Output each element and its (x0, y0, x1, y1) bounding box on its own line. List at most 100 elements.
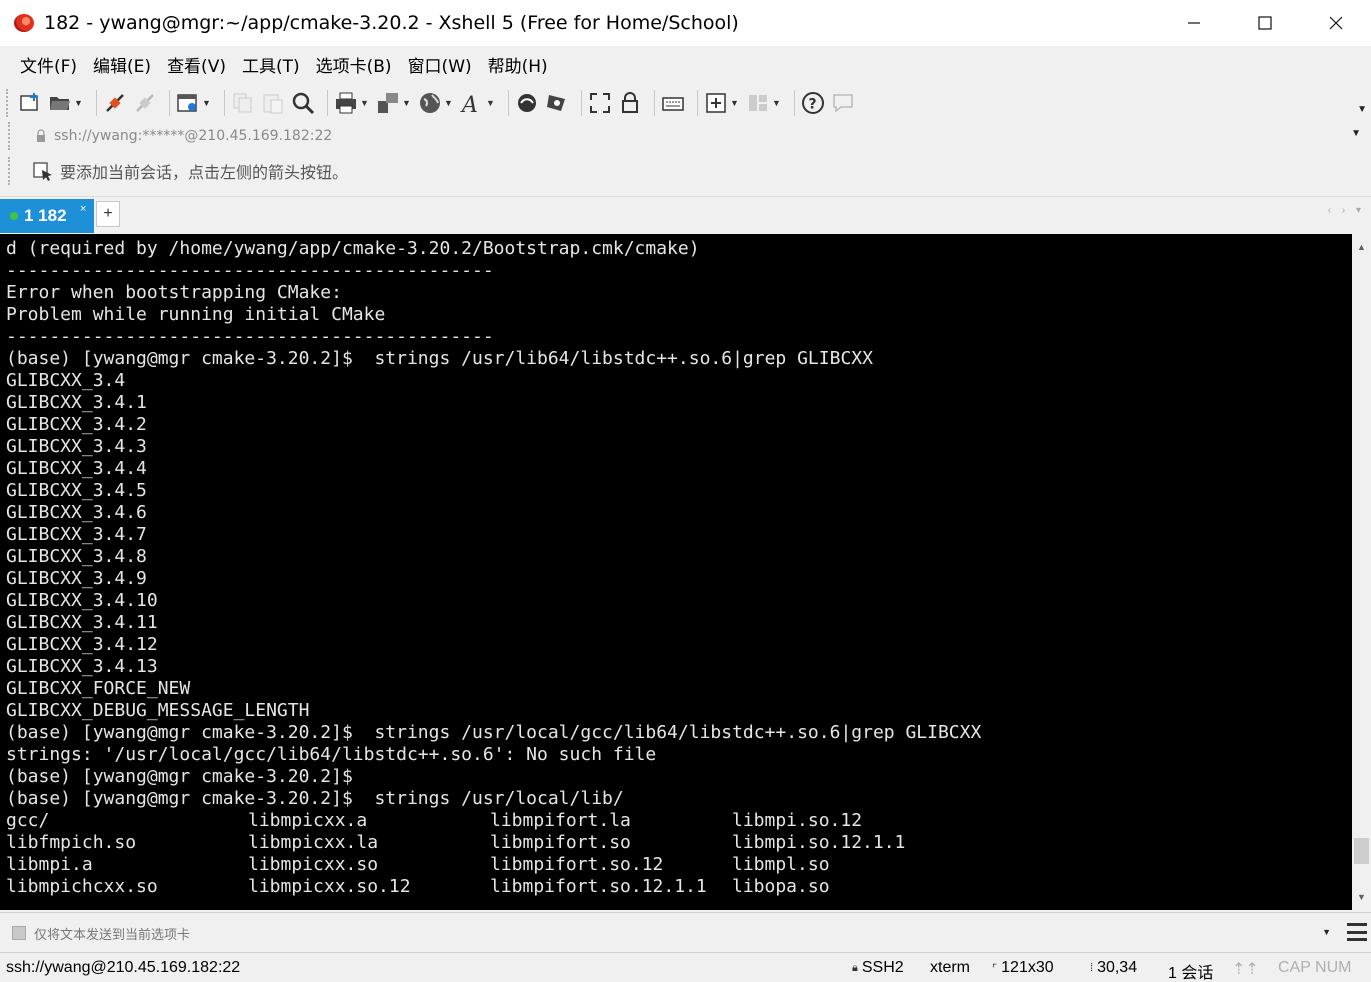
copy-button[interactable] (231, 88, 255, 118)
fullscreen-button[interactable] (588, 88, 612, 118)
transfer-button[interactable]: ▼ (376, 88, 412, 118)
chevron-down-icon: ▼ (74, 98, 83, 108)
ls-entry: libmpi.so.12.1.1 (732, 832, 906, 853)
keyboard-button[interactable] (661, 88, 685, 118)
chevron-down-icon: ▼ (772, 98, 781, 108)
tab-label: 1 182 (24, 206, 67, 225)
xmanager-button[interactable] (545, 88, 569, 118)
font-icon: A (460, 91, 484, 115)
status-connection: ssh://ywang@210.45.169.182:22 (6, 959, 241, 976)
window-controls (1158, 0, 1371, 46)
terminal-line: GLIBCXX_3.4.5 (6, 480, 147, 501)
properties-icon (176, 91, 200, 115)
toolbar-separator (794, 90, 795, 116)
menu-file[interactable]: 文件(F) (12, 48, 85, 81)
chevron-down-icon[interactable]: ▼ (1322, 927, 1331, 937)
address-input[interactable]: ssh://ywang:******@210.45.169.182:22 (54, 128, 332, 144)
properties-button[interactable]: ▼ (176, 88, 212, 118)
close-button[interactable] (1300, 0, 1371, 46)
open-button[interactable]: ▼ (48, 88, 84, 118)
compose-bar: 仅将文本发送到当前选项卡 ▼ (0, 912, 1371, 952)
status-protocol: 🔒︎ SSH2 (852, 959, 904, 977)
xftp-button[interactable] (515, 88, 539, 118)
lock-button[interactable] (618, 88, 642, 118)
reconnect-button[interactable] (103, 88, 127, 118)
compose-placeholder: 仅将文本发送到当前选项卡 (34, 927, 191, 943)
maximize-button[interactable] (1229, 0, 1300, 46)
xmanager-icon (545, 91, 569, 115)
terminal-line: GLIBCXX_FORCE_NEW (6, 678, 191, 699)
menu-tools[interactable]: 工具(T) (234, 48, 308, 81)
transfer-arrows-icon: ⇡⇡ (1232, 961, 1259, 978)
terminal-line: Error when bootstrapping CMake: (6, 282, 342, 303)
menu-view[interactable]: 查看(V) (159, 48, 234, 81)
globe-button[interactable]: ▼ (418, 88, 454, 118)
hint-grip (8, 157, 12, 185)
menu-edit[interactable]: 编辑(E) (85, 48, 159, 81)
ls-entry: libmpicxx.so.12 (248, 876, 411, 897)
chevron-down-icon: ▼ (444, 98, 453, 108)
terminal-scrollbar[interactable]: ▲ ▼ (1352, 234, 1371, 910)
tab-session-182[interactable]: 1 182 × (0, 199, 94, 233)
ls-entry: libmpicxx.so (248, 854, 379, 875)
terminal-line: GLIBCXX_3.4.6 (6, 502, 147, 523)
svg-text:?: ? (809, 97, 817, 113)
terminal-output[interactable]: d (required by /home/ywang/app/cmake-3.2… (0, 234, 1352, 910)
toolbar-separator (654, 90, 655, 116)
scroll-down-icon[interactable]: ▼ (1352, 888, 1371, 906)
resize-icon: ⌜ (992, 962, 998, 975)
ls-entry: gcc/ (6, 810, 50, 831)
minimize-button[interactable] (1158, 0, 1229, 46)
open-folder-icon (48, 91, 72, 115)
address-grip (8, 122, 12, 150)
compose-icon (704, 91, 728, 115)
add-session-arrow-icon[interactable] (32, 160, 54, 182)
ls-entry: libmpifort.so.12 (490, 854, 664, 875)
menu-bar: 文件(F) 编辑(E) 查看(V) 工具(T) 选项卡(B) 窗口(W) 帮助(… (0, 46, 1371, 82)
print-button[interactable]: ▼ (334, 88, 370, 118)
terminal-line: GLIBCXX_3.4.12 (6, 634, 158, 655)
chevron-down-icon: ▼ (486, 98, 495, 108)
layout-button[interactable]: ▼ (746, 88, 782, 118)
status-size: ⌜ 121x30 (992, 959, 1054, 977)
menu-tab[interactable]: 选项卡(B) (308, 48, 400, 81)
scrollbar-thumb[interactable] (1354, 838, 1369, 864)
toolbar-separator (96, 90, 97, 116)
paste-button[interactable] (261, 88, 285, 118)
new-session-icon (18, 91, 42, 115)
toolbar-grip[interactable] (6, 89, 10, 117)
terminal-line: GLIBCXX_3.4.8 (6, 546, 147, 567)
connected-status-icon (10, 212, 18, 220)
font-button[interactable]: A ▼ (460, 88, 496, 118)
find-button[interactable] (291, 88, 315, 118)
chat-button[interactable] (831, 88, 855, 118)
new-session-button[interactable] (18, 88, 42, 118)
ls-output-row: libfmpich.so libmpicxx.la libmpifort.so … (6, 832, 1352, 854)
scroll-up-icon[interactable]: ▲ (1352, 238, 1371, 256)
menu-window[interactable]: 窗口(W) (400, 48, 480, 81)
tab-bar: 1 182 × + ‹ › ▾ (0, 196, 1371, 233)
tab-scroll-arrows-icon[interactable]: ‹ › ▾ (1328, 205, 1365, 216)
address-bar: ssh://ywang:******@210.45.169.182:22 ▼ (0, 122, 1371, 150)
status-size-text: 121x30 (1001, 959, 1054, 976)
fullscreen-icon (588, 91, 612, 115)
status-cursor-text: 30,34 (1097, 959, 1138, 976)
chevron-down-icon[interactable]: ▼ (1351, 128, 1361, 139)
help-button[interactable]: ? (801, 88, 825, 118)
compose-button[interactable]: ▼ (704, 88, 740, 118)
status-bar: ssh://ywang@210.45.169.182:22 🔒︎ SSH2 xte… (0, 952, 1371, 982)
hint-text: 要添加当前会话，点击左侧的箭头按钮。 (60, 163, 349, 182)
terminal-line: GLIBCXX_3.4 (6, 370, 126, 391)
new-tab-button[interactable]: + (96, 201, 120, 227)
ls-entry: libmpifort.so (490, 832, 631, 853)
hamburger-menu-icon[interactable] (1347, 923, 1367, 941)
menu-help[interactable]: 帮助(H) (480, 48, 556, 81)
tab-close-icon[interactable]: × (80, 203, 86, 215)
status-cursor: ⁞ 30,34 (1090, 959, 1137, 977)
compose-input[interactable]: 仅将文本发送到当前选项卡 (2, 917, 1338, 949)
svg-text:A: A (460, 93, 478, 115)
toolbar-overflow-icon[interactable]: ▼ (1357, 104, 1367, 115)
disconnect-button[interactable] (133, 88, 157, 118)
terminal-line: (base) [ywang@mgr cmake-3.20.2]$ (6, 766, 353, 787)
ls-output-row: libmpi.a libmpicxx.so libmpifort.so.12 l… (6, 854, 1352, 876)
